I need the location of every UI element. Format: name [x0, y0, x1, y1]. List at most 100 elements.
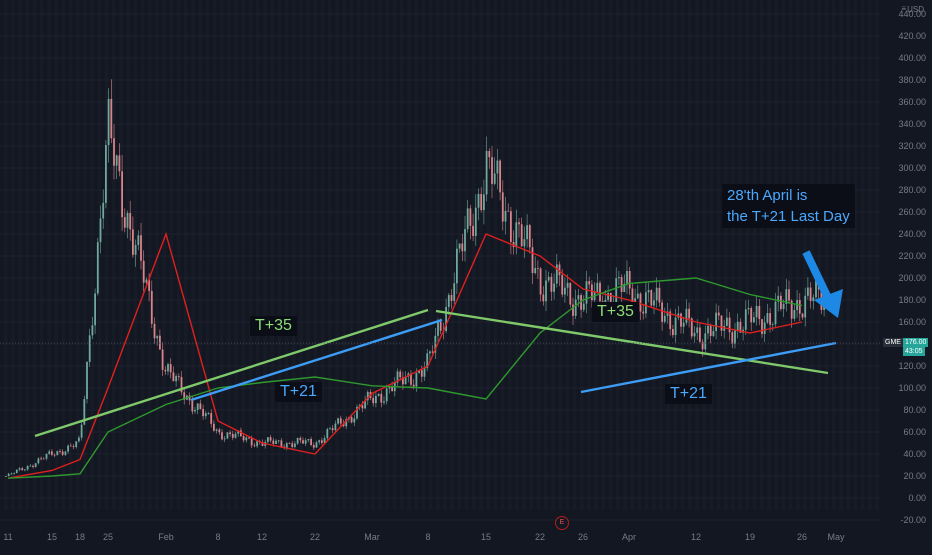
- candle-body: [474, 207, 477, 236]
- earnings-marker-icon[interactable]: E: [555, 516, 569, 530]
- candle-body: [213, 423, 215, 431]
- column-band: [796, 0, 800, 510]
- y-tick-label: 0.00: [908, 493, 926, 503]
- column-band: [688, 0, 692, 510]
- currency-label: USD: [907, 5, 924, 14]
- candle-body: [167, 364, 169, 372]
- candle-body: [456, 248, 458, 284]
- candle-body: [655, 287, 658, 301]
- candle-body: [115, 155, 118, 166]
- column-band: [112, 0, 116, 510]
- column-band: [68, 0, 73, 510]
- candle-body: [210, 413, 213, 424]
- column-band: [752, 0, 757, 510]
- column-band: [601, 0, 606, 510]
- candle-body: [453, 283, 456, 301]
- candle-body: [399, 371, 402, 378]
- candle-body: [569, 282, 572, 305]
- x-tick-label: 15: [481, 532, 491, 542]
- candle-body: [696, 327, 699, 333]
- column-band: [745, 0, 750, 510]
- candle-body: [780, 295, 782, 310]
- column-band: [472, 0, 476, 510]
- candle-body: [528, 225, 531, 248]
- column-band: [839, 0, 843, 510]
- candle-body: [496, 160, 499, 174]
- y-tick-label: 200.00: [898, 273, 926, 283]
- candle-body: [620, 277, 623, 292]
- currency-menu-icon[interactable]: ≡: [901, 4, 906, 13]
- column-band: [364, 0, 368, 510]
- y-tick-label: 160.00: [898, 317, 926, 327]
- label-t35-right: T+35: [592, 302, 639, 322]
- candle-body: [150, 290, 153, 324]
- candle-body: [501, 192, 504, 222]
- candle-body: [34, 463, 37, 467]
- candle-body: [132, 229, 134, 255]
- column-band: [184, 0, 188, 510]
- candle-body: [40, 458, 42, 460]
- candle-body: [277, 440, 280, 442]
- candle-body: [693, 332, 696, 337]
- column-band: [515, 0, 519, 510]
- column-band: [4, 0, 8, 510]
- candle-body: [704, 333, 707, 350]
- candle-body: [423, 368, 426, 377]
- candle-body: [663, 315, 666, 322]
- candle-body: [645, 292, 647, 314]
- column-band: [349, 0, 354, 510]
- candle-body: [734, 330, 736, 344]
- candle-body: [372, 397, 375, 404]
- candle-body: [647, 290, 650, 293]
- candle-body: [788, 289, 790, 301]
- candle-body: [285, 443, 288, 448]
- candle-body: [69, 445, 72, 447]
- candle-body: [464, 229, 466, 252]
- candle-body: [21, 468, 24, 471]
- candle-body: [121, 171, 123, 218]
- candle-body: [280, 440, 283, 447]
- candle-body: [78, 437, 80, 442]
- candle-body: [717, 312, 720, 316]
- candle-body: [37, 458, 40, 464]
- column-band: [320, 0, 325, 510]
- candle-body: [415, 373, 418, 387]
- column-band: [853, 0, 858, 510]
- candle-body: [7, 473, 10, 476]
- candle-body: [218, 429, 221, 433]
- column-band: [875, 0, 879, 510]
- candle-body: [137, 235, 140, 245]
- candle-body: [199, 403, 202, 409]
- candle-body: [331, 428, 334, 431]
- candle-body: [245, 437, 248, 441]
- candle-body: [24, 469, 26, 471]
- candle-body: [807, 287, 809, 296]
- candle-body: [269, 437, 272, 441]
- candle-body: [437, 322, 439, 336]
- column-band: [385, 0, 390, 510]
- candle-body: [299, 438, 302, 441]
- candle-body: [712, 331, 715, 336]
- candle-body: [753, 317, 755, 323]
- candle-body: [56, 451, 59, 456]
- candle-body: [153, 323, 156, 339]
- column-band: [846, 0, 850, 510]
- candle-body: [296, 438, 299, 444]
- candle-body: [113, 138, 115, 166]
- candle-body: [596, 282, 599, 293]
- label-t21-right: T+21: [665, 384, 712, 404]
- ticker-badge: GME: [883, 338, 903, 347]
- candle-body: [64, 451, 67, 455]
- candle-body: [105, 144, 107, 203]
- y-tick-label: 240.00: [898, 229, 926, 239]
- candle-body: [688, 308, 690, 319]
- candle-body: [798, 300, 801, 314]
- y-tick-label: 420.00: [898, 31, 926, 41]
- column-band: [860, 0, 865, 510]
- candle-body: [466, 208, 469, 230]
- column-band: [587, 0, 591, 510]
- candle-body: [169, 364, 172, 373]
- candle-body: [159, 335, 161, 350]
- column-band: [248, 0, 253, 510]
- y-tick-label: 20.00: [903, 471, 926, 481]
